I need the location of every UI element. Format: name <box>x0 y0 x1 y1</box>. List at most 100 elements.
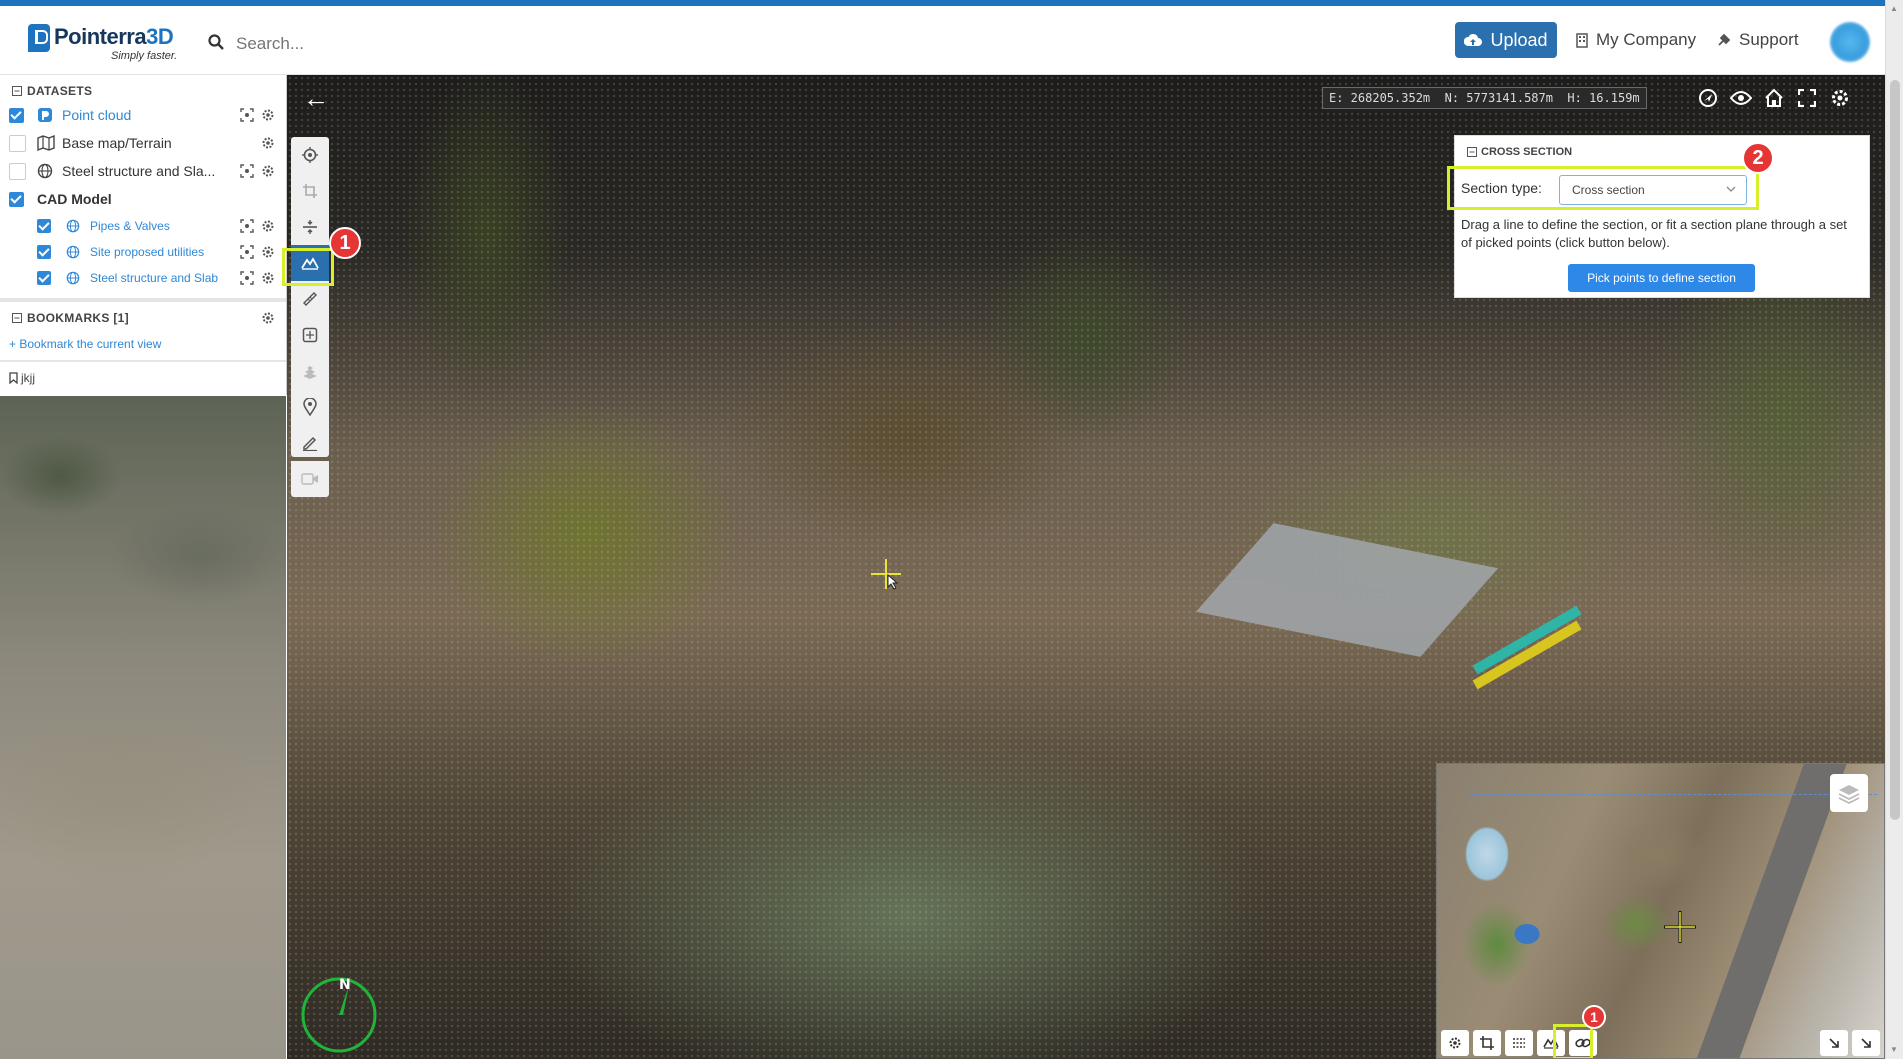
add-bookmark-link[interactable]: + Bookmark the current view <box>9 337 161 351</box>
bookmarks-header[interactable]: BOOKMARKS [1] <box>12 311 129 325</box>
search-input[interactable] <box>234 30 498 58</box>
navigate-icon[interactable] <box>1695 85 1721 111</box>
settings-gear-icon[interactable] <box>1827 85 1853 111</box>
datasets-title: DATASETS <box>27 84 93 98</box>
tool-pin[interactable] <box>291 389 329 425</box>
crop-icon <box>303 184 317 198</box>
my-company-label: My Company <box>1596 30 1697 49</box>
annotation-badge-1: 1 <box>329 227 361 259</box>
dataset-checkbox[interactable] <box>9 162 26 180</box>
minimap-collapse-button[interactable] <box>1852 1030 1880 1056</box>
section-type-label: Section type: <box>1461 180 1542 196</box>
zoom-to-icon[interactable] <box>240 219 254 233</box>
dataset-checkbox[interactable] <box>37 271 51 285</box>
cloud-upload-icon <box>1464 33 1483 46</box>
slice-icon <box>303 220 317 234</box>
dataset-checkbox[interactable] <box>37 219 51 233</box>
tool-markup[interactable] <box>291 425 329 461</box>
tool-slice[interactable] <box>291 209 329 245</box>
tool-crop[interactable] <box>291 173 329 209</box>
datasets-header[interactable]: DATASETS <box>12 84 92 98</box>
markup-icon <box>303 436 317 451</box>
dataset-checkbox[interactable] <box>37 245 51 259</box>
tool-video[interactable] <box>291 461 329 497</box>
tool-measure[interactable] <box>291 281 329 317</box>
section-divider <box>0 298 286 302</box>
minimap-crop-button[interactable] <box>1473 1030 1501 1056</box>
brand-tagline: Simply faster. <box>111 50 178 62</box>
zoom-to-icon[interactable] <box>240 108 254 122</box>
minimap-shrink-button[interactable] <box>1820 1030 1848 1056</box>
cad-row-pipes-valves[interactable]: Pipes & Valves <box>0 213 286 239</box>
add-bookmark-label: Bookmark the current view <box>19 337 162 351</box>
chevron-down-icon <box>1726 186 1736 192</box>
dataset-row-base-map[interactable]: Base map/Terrain <box>0 130 286 156</box>
top-header: Pointerra3D Simply faster. Upload My Com… <box>0 6 1903 75</box>
dataset-checkbox[interactable] <box>9 107 24 123</box>
crop-icon <box>1480 1036 1494 1050</box>
dataset-checkbox[interactable] <box>9 191 24 207</box>
zoom-to-icon[interactable] <box>240 271 254 285</box>
dataset-row-point-cloud[interactable]: Point cloud <box>0 102 286 128</box>
cad-row-steel-slab[interactable]: Steel structure and Slab <box>0 265 286 291</box>
minimap-grid-button[interactable] <box>1505 1030 1533 1056</box>
tool-strip <box>291 137 329 457</box>
section-divider <box>0 360 286 362</box>
dataset-row-cad-model[interactable]: CAD Model <box>0 186 286 212</box>
zoom-to-icon[interactable] <box>240 164 254 178</box>
coordinate-readout: E: 268205.352m N: 5773141.587m H: 16.159… <box>1322 87 1647 109</box>
map-icon <box>37 135 55 151</box>
eye-icon[interactable] <box>1728 85 1754 111</box>
gear-icon[interactable] <box>261 164 275 178</box>
pick-points-button[interactable]: Pick points to define section <box>1568 264 1755 292</box>
search-box[interactable] <box>206 28 506 58</box>
gear-icon[interactable] <box>261 108 275 122</box>
target-icon <box>302 147 318 163</box>
scrollbar-thumb[interactable] <box>1890 80 1900 820</box>
collapse-icon <box>12 86 22 96</box>
back-arrow-icon[interactable]: ← <box>303 83 329 114</box>
cad-layer-label: Steel structure and Slab <box>90 271 219 285</box>
gear-icon[interactable] <box>261 136 275 150</box>
section-type-select[interactable]: Cross section <box>1559 175 1747 205</box>
gear-icon <box>1449 1037 1461 1049</box>
bookmark-label: jkjj <box>21 371 35 385</box>
gear-icon[interactable] <box>261 219 275 233</box>
user-avatar[interactable] <box>1830 22 1870 62</box>
bookmark-item[interactable]: jkjj <box>9 371 35 385</box>
cross-section-header[interactable]: CROSS SECTION <box>1467 146 1572 158</box>
page-scrollbar[interactable]: ▲ ▼ <box>1885 0 1903 1059</box>
upload-button[interactable]: Upload <box>1455 22 1557 58</box>
gear-icon[interactable] <box>261 271 275 285</box>
my-company-link[interactable]: My Company <box>1576 30 1696 50</box>
overview-minimap[interactable] <box>1436 763 1885 1059</box>
gear-icon[interactable] <box>261 245 275 259</box>
tool-volume[interactable] <box>291 317 329 353</box>
brand-logo[interactable]: Pointerra3D Simply faster. <box>28 22 188 66</box>
home-icon[interactable] <box>1761 85 1787 111</box>
minimap-settings-button[interactable] <box>1441 1030 1469 1056</box>
logo-mark-icon <box>28 24 50 52</box>
dataset-label: Point cloud <box>62 107 132 123</box>
compass-icon[interactable]: N <box>299 975 379 1055</box>
search-icon <box>208 34 224 50</box>
brand-name: Pointerra3D <box>54 24 174 49</box>
dataset-row-steel-structure[interactable]: Steel structure and Sla... <box>0 158 286 184</box>
zoom-to-icon[interactable] <box>240 245 254 259</box>
upload-label: Upload <box>1490 29 1548 50</box>
dataset-label: Base map/Terrain <box>62 135 172 151</box>
stack-icon <box>303 366 317 379</box>
volume-icon <box>302 327 318 343</box>
minimap-toolbar <box>1437 1026 1884 1058</box>
tool-stack[interactable] <box>291 353 329 389</box>
support-link[interactable]: Support <box>1717 30 1799 50</box>
fullscreen-icon[interactable] <box>1794 85 1820 111</box>
scroll-up-icon[interactable]: ▲ <box>1890 4 1898 13</box>
scroll-down-icon[interactable]: ▼ <box>1890 1045 1898 1054</box>
dataset-checkbox[interactable] <box>9 134 26 152</box>
tool-target[interactable] <box>291 137 329 173</box>
cad-row-site-utilities[interactable]: Site proposed utilities <box>0 239 286 265</box>
layers-button[interactable] <box>1830 774 1868 812</box>
building-icon <box>1576 32 1588 48</box>
gear-icon[interactable] <box>261 311 275 325</box>
